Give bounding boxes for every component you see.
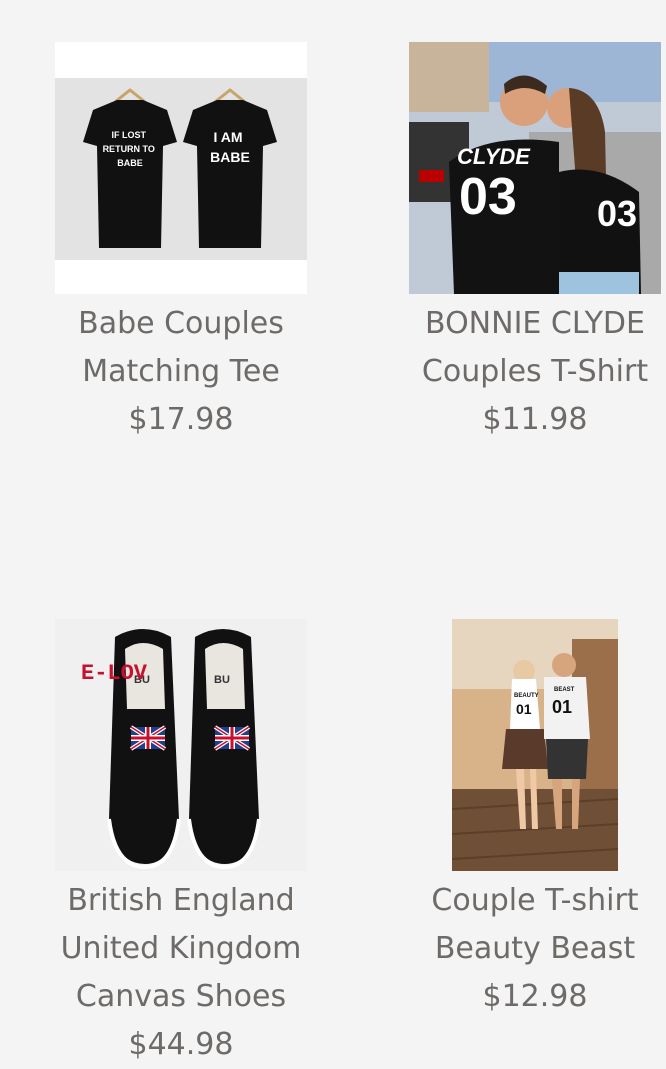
product-title[interactable]: Couple T-shirt Beauty Beast: [409, 877, 661, 973]
shirt-right-line-1: I AM: [214, 129, 243, 145]
title-line-2: Couples T-Shirt: [421, 354, 649, 389]
title-line-1: British England: [67, 883, 295, 918]
shirt-left-line-3: BABE: [117, 158, 143, 168]
title-line-2: Matching Tee: [82, 354, 280, 389]
shirt-right-text: BEAST: [554, 687, 575, 693]
product-title[interactable]: British England United Kingdom Canvas Sh…: [55, 877, 307, 1021]
shirt-text: CLYDE: [457, 144, 531, 169]
shirt-number: 03: [459, 168, 517, 226]
product-card-bonnie-clyde[interactable]: CLYDE 03 03 BONNIE CLYDE Couples T-Shirt…: [409, 42, 661, 444]
product-image[interactable]: BU BU E-LOV: [55, 619, 307, 871]
product-price: $44.98: [128, 1027, 234, 1062]
title-line-1: Couple T-shirt: [431, 883, 639, 918]
shirt-right-number: 01: [552, 697, 572, 717]
title-line-2: United Kingdom: [60, 931, 302, 966]
shirt-left-number: 01: [516, 701, 532, 717]
shirt-left-line-1: IF LOST: [111, 130, 146, 140]
shirt-left-text: BEAUTY: [514, 693, 539, 699]
shirt-left-line-2: RETURN TO: [103, 144, 155, 154]
product-card-uk-shoes[interactable]: BU BU E-LOV British England United Kingd…: [55, 619, 307, 1069]
product-title[interactable]: Babe Couples Matching Tee: [55, 300, 307, 396]
shirt-right-line-2: BABE: [210, 149, 250, 165]
product-image[interactable]: IF LOST RETURN TO BABE I AM BABE: [55, 42, 307, 294]
couple-photo: CLYDE 03 03: [409, 42, 661, 294]
watermark-text: E-LOV: [81, 661, 148, 686]
product-card-beauty-beast[interactable]: BEAUTY 01 BEAST 01 Couple T-shirt Beauty…: [409, 619, 661, 1021]
tshirts-photo: IF LOST RETURN TO BABE I AM BABE: [55, 42, 307, 294]
title-line-1: BONNIE CLYDE: [425, 306, 645, 341]
product-card-babe-tee[interactable]: IF LOST RETURN TO BABE I AM BABE Babe Co…: [55, 42, 307, 444]
shoes-photo: BU BU E-LOV: [55, 619, 307, 871]
product-image[interactable]: BEAUTY 01 BEAST 01: [452, 619, 618, 871]
product-price: $12.98: [482, 979, 588, 1014]
shirt-number-right: 03: [597, 193, 637, 234]
uk-flag-icon: [213, 725, 251, 751]
product-price: $11.98: [482, 402, 588, 437]
insole-text: BU: [214, 674, 230, 686]
uk-flag-icon: [129, 725, 167, 751]
couple-street-photo: BEAUTY 01 BEAST 01: [452, 619, 618, 871]
product-image[interactable]: CLYDE 03 03: [409, 42, 661, 294]
title-line-3: Canvas Shoes: [75, 979, 287, 1014]
title-line-1: Babe Couples: [78, 306, 284, 341]
title-line-2: Beauty Beast: [434, 931, 636, 966]
product-price: $17.98: [128, 402, 234, 437]
product-title[interactable]: BONNIE CLYDE Couples T-Shirt: [409, 300, 661, 396]
